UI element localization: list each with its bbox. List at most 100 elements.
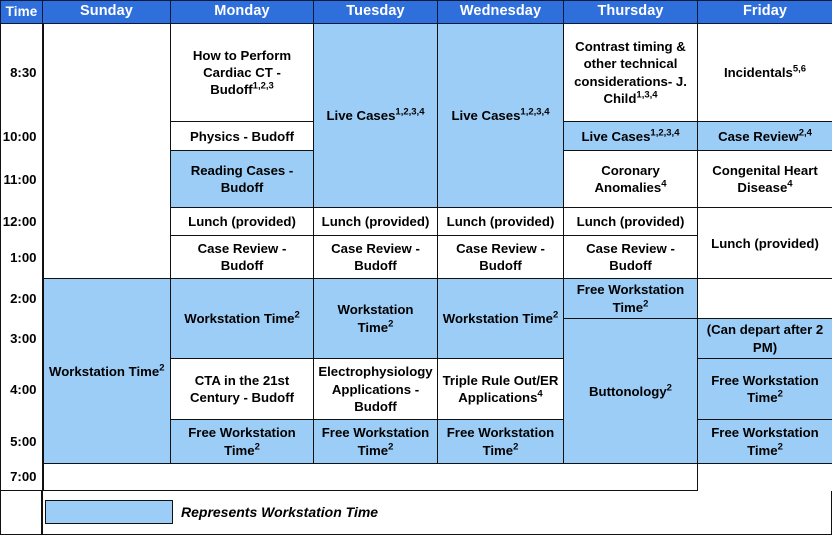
cell-superscript: 2,4 [798, 127, 812, 139]
cell-text: Free Workstation Time [711, 372, 819, 406]
time-label-1000: 10:00 [0, 121, 44, 151]
cell-text: Congenital Heart Disease [712, 162, 818, 196]
time-label-300: 3:00 [0, 318, 44, 359]
cell-text: Case Review - Budoff [331, 241, 420, 274]
cell-thursday-workstation: Workstation Time2 [437, 278, 564, 360]
cell-monday-free-workstation: Free Workstation Time2 [170, 419, 314, 465]
cell-superscript: 2 [777, 441, 783, 453]
cell-friday-1000: Case Review2,4 [697, 121, 832, 152]
time-label-500: 5:00 [0, 419, 44, 464]
cell-text: Free Workstation Time [321, 425, 430, 458]
cell-wednesday-electrophysiology: Electrophysiology Applications - Budoff [313, 358, 438, 421]
cell-monday-1100: Reading Cases - Budoff [170, 150, 314, 209]
legend-label: Represents Workstation Time [181, 504, 379, 521]
column-header-thursday: Thursday [563, 0, 698, 25]
cell-text: Coronary Anomalies [594, 162, 662, 196]
cell-superscript: 4 [661, 178, 667, 190]
cell-text: Free Workstation Time [576, 282, 685, 315]
cell-monday-1200: Lunch (provided) [170, 207, 314, 237]
cell-wednesday-free-workstation: Free Workstation Time2 [437, 419, 564, 465]
cell-friday-lunch: Lunch (provided) [697, 207, 832, 280]
weekly-schedule-table: Time Sunday Monday Tuesday Wednesday Thu… [0, 0, 832, 491]
cell-sunday-buttonology: Buttonology2 [563, 318, 698, 465]
cell-superscript: 2 [666, 382, 672, 394]
cell-text: Lunch (provided) [446, 214, 555, 230]
cell-monday-workstation: Workstation Time2 [42, 278, 171, 465]
cell-text: Live Cases [581, 128, 651, 144]
cell-wednesday-100: Case Review - Budoff [437, 235, 564, 280]
cell-tuesday-live-cases: Live Cases1,2,3,4 [313, 23, 438, 209]
cell-friday-depart-note: (Can depart after 2 PM) [697, 318, 832, 360]
cell-text: Case Review [718, 128, 799, 144]
cell-superscript: 1,2,3 [252, 81, 274, 93]
cell-superscript: 1,3,4 [636, 89, 658, 101]
legend-left-gap [1, 490, 43, 534]
time-label-400: 4:00 [0, 358, 44, 420]
cell-text: CTA in the 21st Century - Budoff [189, 372, 295, 406]
cell-text: Contrast timing & other technical consid… [574, 38, 687, 107]
cell-monday-1000: Physics - Budoff [170, 121, 314, 152]
table-row: 2:00 Workstation Time2 Workstation Time2… [0, 278, 832, 465]
cell-superscript: 1,2,3,4 [395, 106, 425, 118]
cell-tuesday-free-workstation: Free Workstation Time2 [313, 419, 438, 465]
legend-color-swatch [45, 500, 173, 525]
cell-text: Workstation Time [49, 363, 160, 379]
cell-text: Free Workstation Time [446, 425, 555, 458]
cell-monday-830: How to Perform Cardiac CT - Budoff1,2,3 [170, 23, 314, 123]
cell-text: Workstation Time [337, 302, 414, 335]
column-header-tuesday: Tuesday [313, 0, 438, 25]
cell-text: Live Cases [451, 108, 521, 124]
cell-tuesday-workstation: Workstation Time2 [170, 278, 314, 360]
column-header-monday: Monday [170, 0, 314, 25]
cell-text: Case Review - Budoff [456, 241, 545, 274]
cell-text: Reading Cases - Budoff [190, 162, 294, 196]
cell-superscript: 2 [388, 441, 394, 453]
cell-sunday-morning-blank [42, 23, 171, 280]
cell-text: (Can depart after 2 PM) [706, 322, 824, 355]
cell-wednesday-live-cases: Live Cases1,2,3,4 [437, 23, 564, 209]
cell-text: Free Workstation Time [711, 425, 819, 458]
time-label-200: 2:00 [0, 278, 44, 319]
cell-tuesday-cta: CTA in the 21st Century - Budoff [170, 358, 314, 421]
column-header-friday: Friday [697, 0, 832, 25]
cell-superscript: 2 [294, 309, 300, 321]
schedule-page: Time Sunday Monday Tuesday Wednesday Thu… [0, 0, 832, 540]
cell-thursday-830: Contrast timing & other technical consid… [563, 23, 698, 123]
cell-superscript: 2 [159, 362, 165, 374]
cell-wednesday-1200: Lunch (provided) [437, 207, 564, 237]
cell-text: How to Perform Cardiac CT - Budoff [192, 47, 292, 98]
cell-tuesday-100: Case Review - Budoff [313, 235, 438, 280]
column-header-wednesday: Wednesday [437, 0, 564, 25]
legend: Represents Workstation Time [0, 490, 832, 535]
cell-text: Incidentals [723, 65, 793, 80]
cell-tuesday-1200: Lunch (provided) [313, 207, 438, 237]
cell-text: Workstation Time [442, 311, 553, 327]
cell-superscript: 2 [388, 318, 394, 330]
cell-superscript: 2 [643, 298, 649, 310]
cell-text: Buttonology [589, 383, 667, 399]
cell-superscript: 1,2,3,4 [520, 106, 550, 118]
cell-thursday-100: Case Review - Budoff [563, 235, 698, 280]
cell-text: Workstation Time [184, 311, 295, 327]
cell-text: Free Workstation Time [188, 425, 296, 458]
cell-thursday-1200: Lunch (provided) [563, 207, 698, 237]
cell-text: Lunch (provided) [321, 214, 430, 230]
cell-text: Lunch (provided) [188, 214, 296, 230]
table-header-row: Time Sunday Monday Tuesday Wednesday Thu… [0, 0, 832, 25]
cell-text: Lunch (provided) [711, 235, 819, 251]
cell-thursday-free-workstation: Free Workstation Time2 [697, 419, 832, 465]
cell-text: Lunch (provided) [576, 214, 685, 230]
cell-wednesday-workstation: Workstation Time2 [313, 278, 438, 360]
cell-text: Electrophysiology Applications - Budoff [318, 364, 433, 415]
cell-superscript: 2 [513, 441, 519, 453]
time-label-100: 1:00 [0, 235, 44, 279]
cell-superscript: 2 [777, 388, 783, 400]
cell-text: Physics - Budoff [189, 128, 295, 144]
column-header-time: Time [0, 0, 43, 25]
cell-superscript: 4 [537, 388, 543, 400]
cell-friday-free-workstation-1: Free Workstation Time2 [563, 278, 698, 320]
cell-superscript: 2 [254, 441, 260, 453]
cell-wednesday-1100: Congenital Heart Disease4 [697, 150, 832, 209]
cell-superscript: 2 [552, 309, 559, 321]
cell-text: Live Cases [326, 108, 396, 124]
